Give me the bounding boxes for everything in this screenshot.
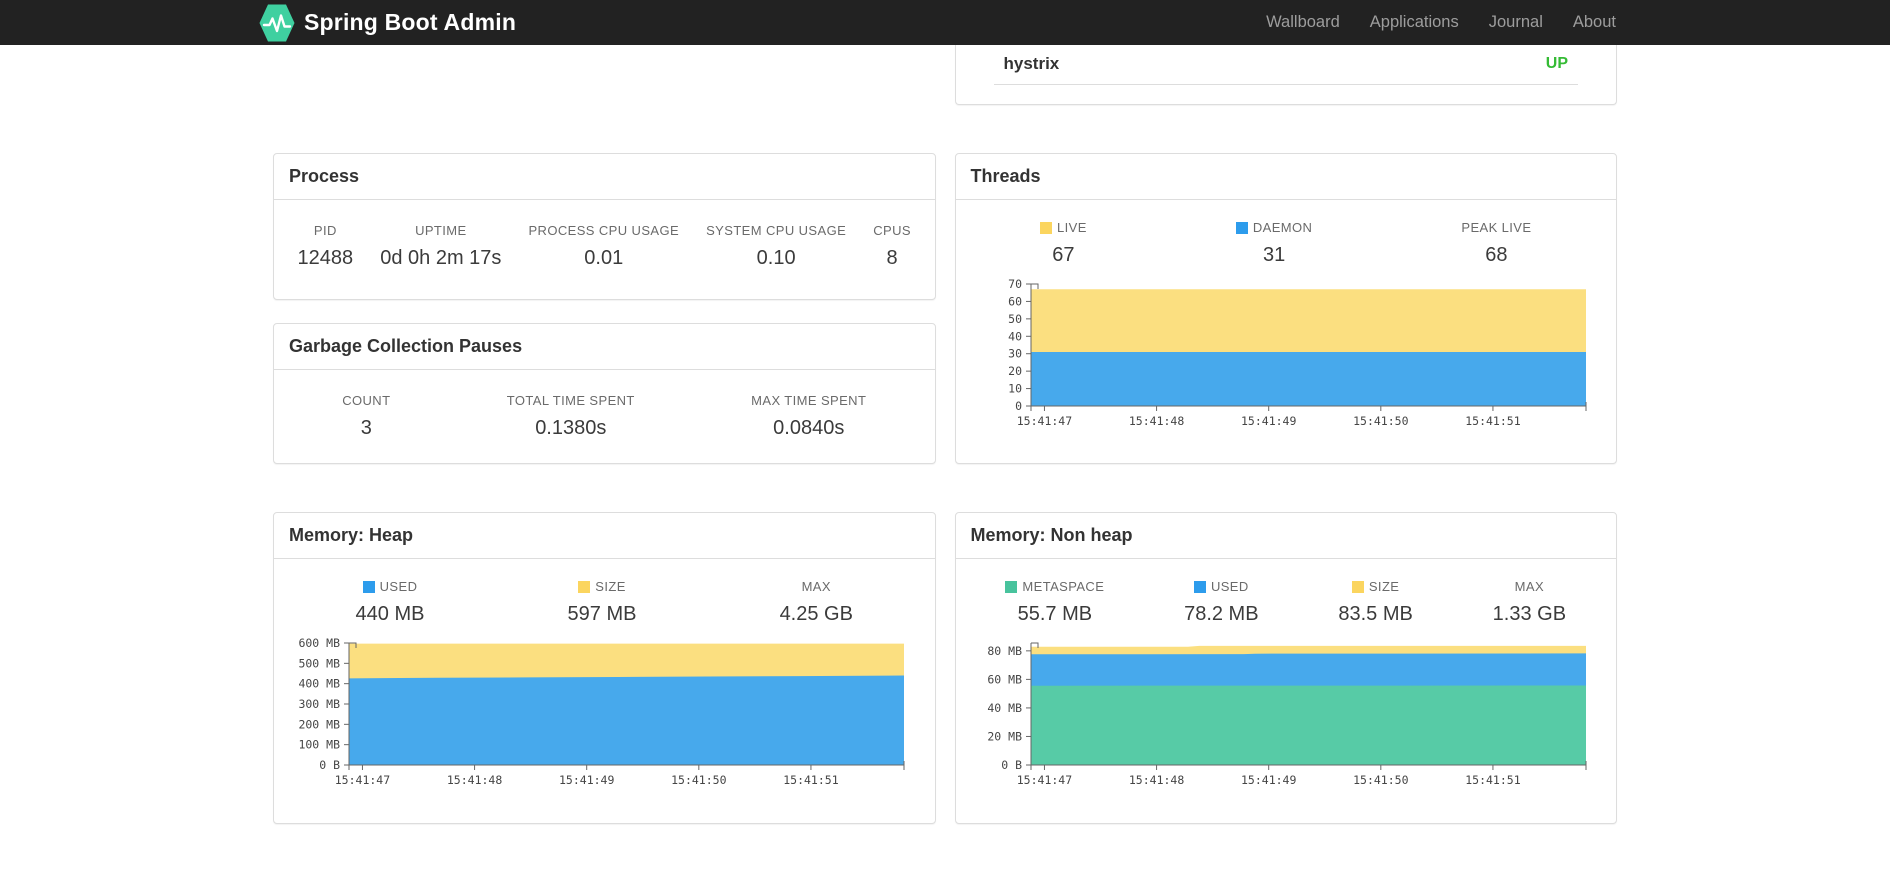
svg-text:15:41:48: 15:41:48 (447, 773, 502, 787)
gc-metrics: COUNT 3 TOTAL TIME SPENT 0.1380s MAX TIM… (274, 370, 935, 463)
memory-nonheap-chart: 0 B 20 MB 40 MB 60 MB 80 MB 15:41:47 15:41:48 1… (987, 642, 1586, 787)
nav-item-wallboard[interactable]: Wallboard (1251, 0, 1355, 45)
metric-nonheap-max: MAX 1.33 GB (1492, 579, 1567, 625)
svg-text:15:41:49: 15:41:49 (1241, 414, 1296, 428)
svg-text:50: 50 (1008, 312, 1022, 326)
metric-threads-peak-live: PEAK LIVE 68 (1461, 220, 1532, 266)
svg-text:15:41:48: 15:41:48 (1128, 773, 1183, 787)
svg-text:60 MB: 60 MB (987, 672, 1022, 686)
metric-threads-live: LIVE 67 (1040, 220, 1087, 267)
svg-text:40 MB: 40 MB (987, 701, 1022, 715)
svg-text:0 B: 0 B (1001, 758, 1022, 772)
metric-nonheap-used: USED 78.2 MB (1184, 579, 1259, 625)
svg-text:300 MB: 300 MB (298, 697, 340, 711)
svg-text:60: 60 (1008, 294, 1022, 308)
process-metrics: PID 12488 UPTIME 0d 0h 2m 17s PROCESS CP… (274, 200, 935, 294)
metric-threads-daemon: DAEMON 31 (1235, 220, 1312, 267)
metric-system-cpu-usage: SYSTEM CPU USAGE 0.10 (706, 223, 847, 269)
svg-text:40: 40 (1008, 329, 1022, 343)
svg-text:100 MB: 100 MB (298, 738, 340, 752)
legend-swatch-used (1193, 580, 1206, 593)
svg-text:500 MB: 500 MB (298, 656, 340, 670)
memory-heap-title: Memory: Heap (289, 525, 414, 545)
memory-heap-metrics: USED 440 MB SIZE 597 MB MAX 4.25 GB (274, 559, 935, 626)
process-title: Process (289, 166, 360, 186)
spring-boot-admin-logo-icon (259, 4, 295, 41)
navbar: Spring Boot Admin Wallboard Applications… (0, 0, 1890, 45)
svg-text:0: 0 (1015, 399, 1022, 413)
metric-gc-count: COUNT 3 (342, 393, 391, 439)
memory-heap-panel-heading: Memory: Heap (274, 513, 935, 559)
metric-gc-total-time: TOTAL TIME SPENT 0.1380s (506, 393, 635, 439)
metric-heap-used: USED 440 MB (355, 579, 425, 625)
metric-process-cpu-usage: PROCESS CPU USAGE 0.01 (528, 223, 680, 269)
gc-title: Garbage Collection Pauses (289, 336, 523, 356)
svg-text:20: 20 (1008, 364, 1022, 378)
svg-text:15:41:47: 15:41:47 (335, 773, 390, 787)
memory-heap-chart: 0 B 100 MB 200 MB 300 MB 400 MB 500 MB 600 MB 1… (298, 636, 905, 787)
status-badge: UP (1545, 55, 1568, 72)
brand-title: Spring Boot Admin (304, 9, 517, 35)
legend-swatch-daemon (1235, 221, 1248, 234)
nav-item-journal[interactable]: Journal (1474, 0, 1558, 45)
metric-heap-size: SIZE 597 MB (567, 579, 637, 625)
svg-text:15:41:50: 15:41:50 (671, 773, 726, 787)
nav-item-applications[interactable]: Applications (1355, 0, 1474, 45)
legend-swatch-size (1351, 580, 1364, 593)
svg-text:15:41:51: 15:41:51 (1465, 414, 1520, 428)
svg-text:15:41:51: 15:41:51 (1465, 773, 1520, 787)
legend-swatch-metaspace (1005, 580, 1018, 593)
metric-nonheap-size: SIZE 83.5 MB (1338, 579, 1413, 625)
process-panel-heading: Process (274, 154, 935, 200)
memory-nonheap-panel-heading: Memory: Non heap (955, 513, 1616, 559)
svg-text:15:41:47: 15:41:47 (1016, 773, 1071, 787)
legend-swatch-live (1040, 221, 1053, 234)
svg-text:15:41:47: 15:41:47 (1016, 414, 1071, 428)
svg-text:10: 10 (1008, 382, 1022, 396)
gc-panel-heading: Garbage Collection Pauses (274, 324, 935, 370)
svg-text:15:41:50: 15:41:50 (1353, 773, 1408, 787)
nav-item-about[interactable]: About (1558, 0, 1631, 45)
memory-nonheap-panel: Memory: Non heap METASPACE 55.7 MB USED (954, 512, 1617, 824)
svg-text:400 MB: 400 MB (298, 677, 340, 691)
application-name[interactable]: hystrix (1004, 54, 1060, 74)
metric-uptime: UPTIME 0d 0h 2m 17s (380, 223, 502, 269)
metric-nonheap-metaspace: METASPACE 55.7 MB (1005, 579, 1104, 626)
brand[interactable]: Spring Boot Admin (259, 3, 516, 43)
threads-title: Threads (970, 166, 1041, 186)
svg-text:30: 30 (1008, 347, 1022, 361)
top-row: hystrix UP (273, 45, 1617, 105)
legend-swatch-used (362, 580, 375, 593)
legend-swatch-size (578, 580, 591, 593)
application-status-panel: hystrix UP (954, 45, 1617, 105)
nav-links: Wallboard Applications Journal About (1251, 0, 1631, 45)
svg-text:200 MB: 200 MB (298, 717, 340, 731)
logo-hexagon (259, 4, 295, 41)
metric-cpus: CPUS 8 (873, 223, 911, 269)
svg-text:600 MB: 600 MB (298, 636, 340, 650)
process-panel: Process PID 12488 UPTIME 0d 0h 2m 17s PR… (273, 153, 936, 300)
memory-nonheap-metrics: METASPACE 55.7 MB USED 78.2 MB SIZE 83.5… (956, 559, 1617, 626)
threads-chart: 0 10 20 30 40 50 60 70 15:41:47 15:41:48 15:41:49 1… (1008, 277, 1586, 428)
svg-text:15:41:50: 15:41:50 (1353, 414, 1408, 428)
memory-nonheap-title: Memory: Non heap (970, 525, 1133, 545)
svg-text:15:41:49: 15:41:49 (1241, 773, 1296, 787)
metric-gc-max-time: MAX TIME SPENT 0.0840s (751, 393, 867, 439)
svg-text:0 B: 0 B (319, 758, 340, 772)
application-row-hystrix[interactable]: hystrix UP (993, 45, 1578, 85)
gc-panel: Garbage Collection Pauses COUNT 3 TOTAL … (273, 323, 936, 464)
metric-heap-max: MAX 4.25 GB (779, 579, 853, 625)
svg-text:15:41:48: 15:41:48 (1128, 414, 1183, 428)
memory-heap-panel: Memory: Heap USED 440 MB SIZE 597 MB MAX… (273, 512, 936, 824)
svg-text:15:41:49: 15:41:49 (559, 773, 614, 787)
threads-panel-heading: Threads (955, 154, 1616, 200)
metric-pid: PID 12488 (297, 223, 354, 269)
svg-text:70: 70 (1008, 277, 1022, 291)
threads-panel: Threads LIVE 67 DAEMON 31 PEAK LIVE 68 0… (954, 153, 1617, 464)
svg-text:80 MB: 80 MB (987, 644, 1022, 658)
svg-text:20 MB: 20 MB (987, 729, 1022, 743)
svg-text:15:41:51: 15:41:51 (783, 773, 838, 787)
threads-metrics: LIVE 67 DAEMON 31 PEAK LIVE 68 (956, 200, 1617, 267)
